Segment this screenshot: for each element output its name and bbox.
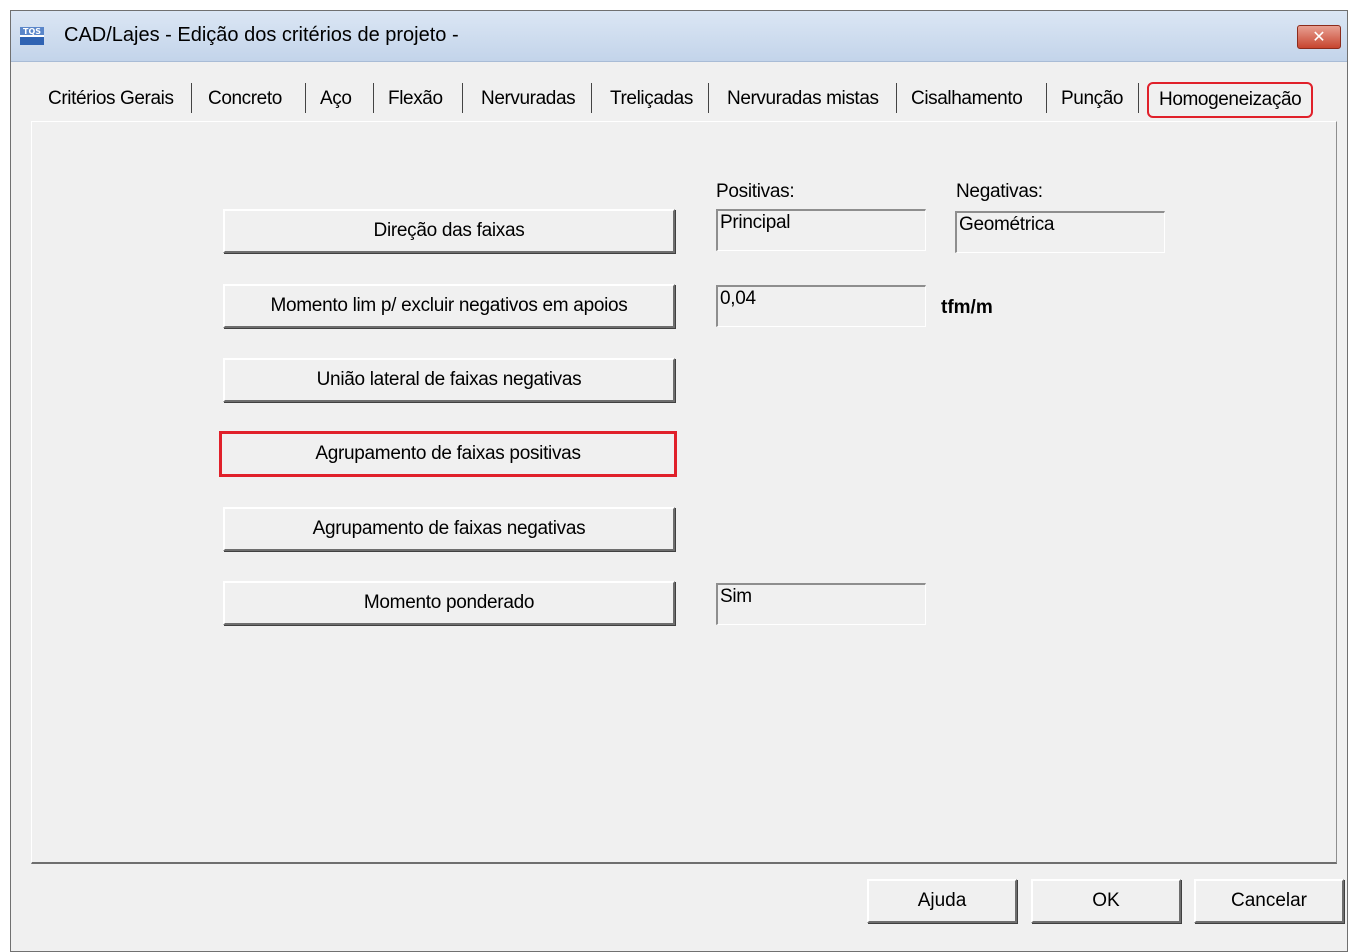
tab-label: Critérios Gerais	[48, 88, 174, 109]
tab-label: Punção	[1061, 88, 1124, 109]
momento-ponderado-button[interactable]: Momento ponderado	[223, 581, 675, 625]
tab-label: Aço	[320, 88, 352, 109]
tab-homogeneizacao[interactable]: Homogeneização	[1147, 82, 1314, 118]
tab-nervuradas-mistas[interactable]: Nervuradas mistas	[727, 81, 879, 117]
tab-trelicadas[interactable]: Treliçadas	[610, 81, 693, 117]
direcao-positivas-field[interactable]: Principal	[716, 209, 926, 251]
tab-separator	[591, 83, 592, 113]
tab-separator	[896, 83, 897, 113]
momento-lim-button[interactable]: Momento lim p/ excluir negativos em apoi…	[223, 284, 675, 328]
positivas-label: Positivas:	[716, 181, 795, 202]
tab-separator	[708, 83, 709, 113]
tab-separator	[1138, 83, 1139, 113]
agrupamento-negativas-button[interactable]: Agrupamento de faixas negativas	[223, 507, 675, 551]
momento-lim-field[interactable]: 0,04	[716, 285, 926, 327]
tab-aco[interactable]: Aço	[320, 81, 352, 117]
close-button[interactable]: ✕	[1297, 25, 1341, 49]
tab-puncao[interactable]: Punção	[1061, 81, 1123, 117]
negativas-label: Negativas:	[956, 181, 1043, 202]
tab-criterios-gerais[interactable]: Critérios Gerais	[48, 81, 174, 117]
tab-label: Cisalhamento	[911, 88, 1023, 109]
tab-separator	[305, 83, 306, 113]
cancel-button[interactable]: Cancelar	[1194, 879, 1344, 923]
tab-separator	[373, 83, 374, 113]
tab-concreto[interactable]: Concreto	[208, 81, 282, 117]
tab-cisalhamento[interactable]: Cisalhamento	[911, 81, 1023, 117]
title-bar[interactable]: TQS CAD/Lajes - Edição dos critérios de …	[11, 11, 1347, 62]
tab-strip: Critérios Gerais Concreto Aço Flexão Ner…	[11, 81, 1348, 119]
tab-nervuradas[interactable]: Nervuradas	[481, 81, 576, 117]
direcao-negativas-field[interactable]: Geométrica	[955, 211, 1165, 253]
tab-label: Nervuradas	[481, 88, 576, 109]
agrupamento-positivas-button[interactable]: Agrupamento de faixas positivas	[219, 431, 677, 477]
ok-button[interactable]: OK	[1031, 879, 1181, 923]
uniao-lateral-button[interactable]: União lateral de faixas negativas	[223, 358, 675, 402]
tab-label: Concreto	[208, 88, 282, 109]
window-title: CAD/Lajes - Edição dos critérios de proj…	[64, 24, 459, 46]
help-button[interactable]: Ajuda	[867, 879, 1017, 923]
tab-separator	[462, 83, 463, 113]
direcao-das-faixas-button[interactable]: Direção das faixas	[223, 209, 675, 253]
tqs-app-icon: TQS	[20, 27, 44, 45]
tab-label: Nervuradas mistas	[727, 88, 879, 109]
tab-separator	[191, 83, 192, 113]
dialog-window: TQS CAD/Lajes - Edição dos critérios de …	[10, 10, 1348, 952]
tab-separator	[1046, 83, 1047, 113]
tab-label: Treliçadas	[610, 88, 693, 109]
tab-label: Flexão	[388, 88, 443, 109]
momento-lim-unit: tfm/m	[941, 297, 993, 318]
tab-flexao[interactable]: Flexão	[388, 81, 443, 117]
tab-label: Homogeneização	[1159, 89, 1302, 110]
momento-ponderado-field[interactable]: Sim	[716, 583, 926, 625]
